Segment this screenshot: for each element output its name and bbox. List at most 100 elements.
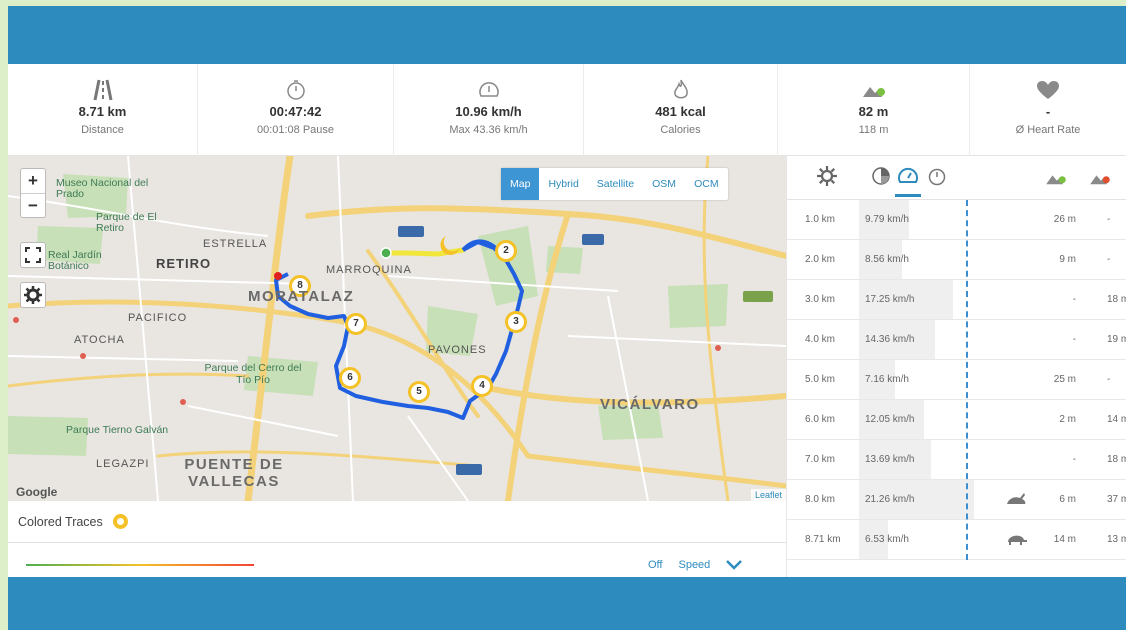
layer-hybrid[interactable]: Hybrid xyxy=(539,168,587,200)
km-marker[interactable]: 4 xyxy=(471,375,493,397)
split-ascent: 14 m xyxy=(1053,534,1076,545)
gear-icon[interactable] xyxy=(817,166,837,186)
label-vicalvaro: VICÁLVARO xyxy=(600,396,700,413)
split-speed: 8.56 km/h xyxy=(865,254,909,265)
label-museo: Museo Nacional del Prado xyxy=(56,177,149,200)
speedometer-icon[interactable] xyxy=(897,166,919,186)
stat-speed: 10.96 km/h Max 43.36 km/h xyxy=(394,64,584,156)
stat-label: 00:01:08 Pause xyxy=(256,124,335,136)
split-row: 2.0 km 8.56 km/h 9 m - xyxy=(787,240,1126,280)
split-ascent: - xyxy=(1072,334,1076,345)
layer-satellite[interactable]: Satellite xyxy=(588,168,643,200)
app-window: 8.71 km Distance 00:47:42 00:01:08 Pause… xyxy=(8,6,1126,630)
split-speed: 21.26 km/h xyxy=(865,494,915,505)
chevron-down-icon[interactable] xyxy=(726,560,743,570)
km-marker[interactable]: 5 xyxy=(408,381,430,403)
split-descent: 18 m xyxy=(1107,294,1126,305)
traces-off-option[interactable]: Off xyxy=(648,559,662,571)
map-settings-button[interactable] xyxy=(20,282,46,308)
split-row: 8.71 km 6.53 km/h 14 m 13 m xyxy=(787,520,1126,560)
layer-ocm[interactable]: OCM xyxy=(685,168,728,200)
stat-heart-rate: - Ø Heart Rate xyxy=(970,64,1126,156)
km-marker[interactable]: 3 xyxy=(505,311,527,333)
label-legazpi: LEGAZPI xyxy=(96,458,150,470)
split-descent: - xyxy=(1107,254,1111,265)
label-jardin: Real Jardín Botánico xyxy=(48,249,102,272)
colored-traces-panel: Colored Traces Off Speed xyxy=(8,501,786,577)
stat-label: Ø Heart Rate xyxy=(1015,124,1081,136)
fullscreen-button[interactable] xyxy=(20,242,46,268)
split-row: 6.0 km 12.05 km/h 2 m 14 m xyxy=(787,400,1126,440)
zoom-out-button[interactable]: − xyxy=(21,193,45,217)
split-distance: 6.0 km xyxy=(805,414,836,425)
stat-distance: 8.71 km Distance xyxy=(8,64,198,156)
rabbit-icon xyxy=(1005,490,1027,509)
split-distance: 8.71 km xyxy=(805,534,841,545)
split-distance: 1.0 km xyxy=(805,214,836,225)
map-attribution: Leaflet xyxy=(750,489,786,501)
split-distance: 8.0 km xyxy=(805,494,836,505)
split-descent: 13 m xyxy=(1107,534,1126,545)
heart-icon xyxy=(970,78,1126,102)
km-marker[interactable]: 6 xyxy=(339,367,361,389)
traces-mode-select[interactable]: Speed xyxy=(678,559,710,571)
top-header-bar xyxy=(8,6,1126,64)
route-map[interactable]: 2345678 Museo Nacional del Prado Parque … xyxy=(8,156,786,501)
label-cerro: Parque del Cerro del Tío Pío xyxy=(204,362,302,386)
split-distance: 2.0 km xyxy=(805,254,836,265)
split-speed: 14.36 km/h xyxy=(865,334,915,345)
label-pacifico: PACIFICO xyxy=(128,312,188,324)
elevation-down-icon xyxy=(1090,175,1110,185)
splits-rows: 1.0 km 9.79 km/h 26 m - 2.0 km 8.56 km/h 9 m - 3… xyxy=(787,200,1126,560)
split-ascent: 26 m xyxy=(1053,214,1076,225)
elevation-up-icon xyxy=(1046,175,1066,185)
zoom-in-button[interactable]: + xyxy=(21,169,45,193)
stat-calories: 481 kcal Calories xyxy=(584,64,778,156)
km-marker[interactable]: 2 xyxy=(495,240,517,262)
stopwatch-icon[interactable] xyxy=(927,166,947,186)
layer-osm[interactable]: OSM xyxy=(643,168,685,200)
split-speed: 9.79 km/h xyxy=(865,214,909,225)
split-row: 3.0 km 17.25 km/h - 18 m xyxy=(787,280,1126,320)
split-row: 7.0 km 13.69 km/h - 18 m xyxy=(787,440,1126,480)
split-row: 5.0 km 7.16 km/h 25 m - xyxy=(787,360,1126,400)
speed-gradient-legend xyxy=(26,564,254,566)
leaflet-link[interactable]: Leaflet xyxy=(755,490,782,500)
split-distance: 5.0 km xyxy=(805,374,836,385)
map-tiles xyxy=(8,156,786,501)
label-atocha: ATOCHA xyxy=(74,334,125,346)
split-distance: 3.0 km xyxy=(805,294,836,305)
split-row: 4.0 km 14.36 km/h - 19 m xyxy=(787,320,1126,360)
layer-map[interactable]: Map xyxy=(501,168,540,200)
flame-icon xyxy=(584,78,777,102)
km-marker[interactable]: 7 xyxy=(345,313,367,335)
split-ascent: - xyxy=(1072,454,1076,465)
gear-icon xyxy=(24,286,42,304)
stat-label: Distance xyxy=(81,124,124,136)
speedometer-icon xyxy=(394,78,583,102)
stat-label: Max 43.36 km/h xyxy=(449,124,528,136)
stat-value: 8.71 km xyxy=(78,104,127,119)
stat-label: Calories xyxy=(660,124,701,136)
split-row: 1.0 km 9.79 km/h 26 m - xyxy=(787,200,1126,240)
road-icon xyxy=(8,78,197,102)
info-icon[interactable] xyxy=(112,514,128,529)
split-speed: 6.53 km/h xyxy=(865,534,909,545)
pie-chart-icon[interactable] xyxy=(871,166,891,186)
split-ascent: 25 m xyxy=(1053,374,1076,385)
split-descent: 18 m xyxy=(1107,454,1126,465)
stats-row: 8.71 km Distance 00:47:42 00:01:08 Pause… xyxy=(8,64,1126,156)
stat-value: 481 kcal xyxy=(655,104,706,119)
elevation-icon xyxy=(778,78,969,102)
split-descent: - xyxy=(1107,374,1111,385)
label-marroquina: MARROQUINA xyxy=(326,264,412,276)
zoom-control: + − xyxy=(20,168,46,218)
stat-value: 10.96 km/h xyxy=(455,104,522,119)
stat-elevation: 82 m 118 m xyxy=(778,64,970,156)
label-retiro: RETIRO xyxy=(156,256,212,271)
split-distance: 4.0 km xyxy=(805,334,836,345)
google-logo: Google xyxy=(16,485,58,499)
split-speed: 7.16 km/h xyxy=(865,374,909,385)
label-tierno: Parque Tierno Galván xyxy=(66,424,169,436)
split-ascent: 9 m xyxy=(1059,254,1076,265)
